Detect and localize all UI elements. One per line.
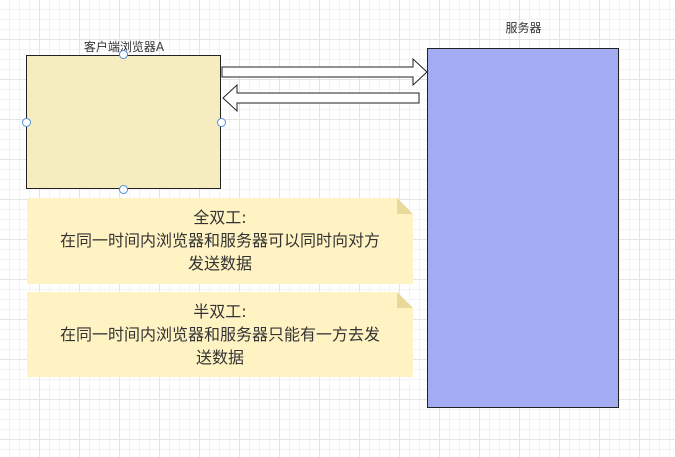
note-half-duplex[interactable]: 半双工: 在同一时间内浏览器和服务器只能有一方去发 送数据 [27,292,413,377]
selection-handle-top[interactable] [119,50,128,59]
note-body-line: 在同一时间内浏览器和服务器只能有一方去发 [59,325,380,344]
arrow-client-to-server[interactable] [221,57,428,87]
note-body-line: 在同一时间内浏览器和服务器可以同时向对方 [59,231,380,250]
note-full-duplex[interactable]: 全双工: 在同一时间内浏览器和服务器可以同时向对方 发送数据 [27,198,413,284]
selection-handle-bottom[interactable] [119,185,128,194]
selection-handle-left[interactable] [22,118,31,127]
selection-handle-right[interactable] [217,118,226,127]
note-body-line: 送数据 [195,348,244,367]
note-body-line: 发送数据 [187,254,252,273]
note-title: 全双工: [193,208,247,227]
arrow-server-to-client[interactable] [222,83,420,113]
note-title: 半双工: [193,302,247,321]
